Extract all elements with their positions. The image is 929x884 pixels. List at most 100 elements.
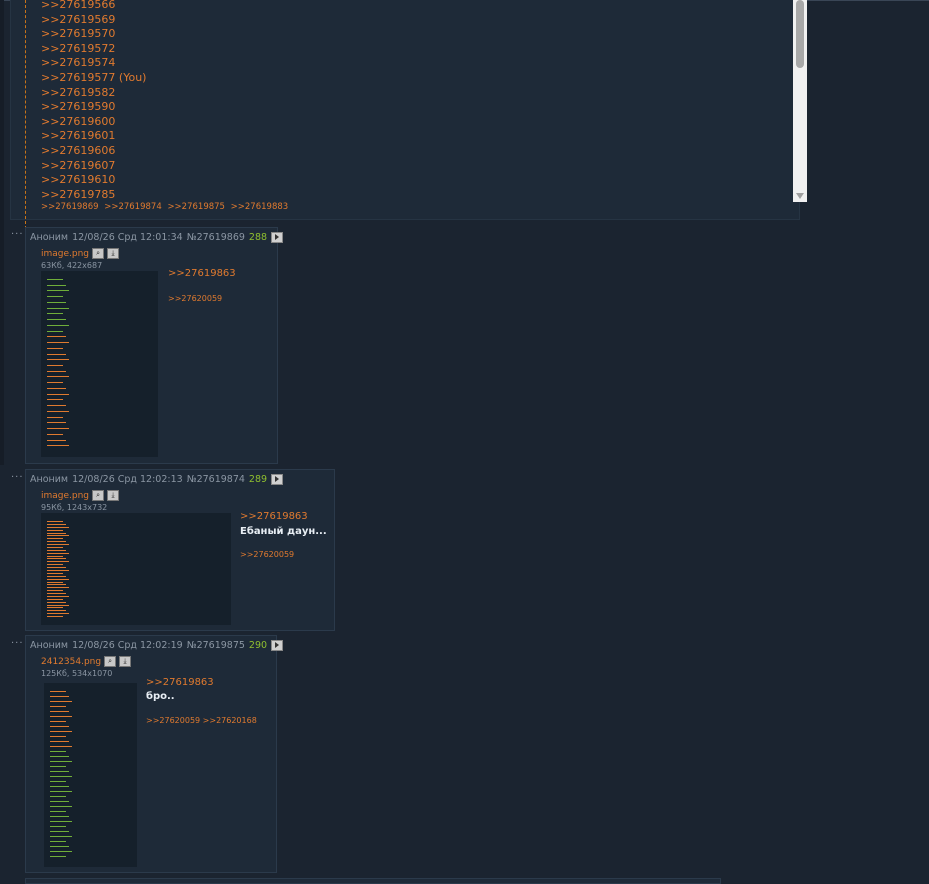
- play-icon[interactable]: [271, 474, 284, 485]
- thumbnail-line: [50, 821, 72, 822]
- magnifier-icon[interactable]: ⌕: [92, 490, 105, 501]
- file-meta: 63Кб, 422x687: [41, 261, 103, 270]
- backref-link[interactable]: >>27620059: [240, 550, 294, 559]
- reply-link[interactable]: >>27619610: [41, 173, 146, 188]
- thumbnail-line: [50, 741, 69, 742]
- backref-link[interactable]: >>27619883: [231, 202, 289, 212]
- download-icon[interactable]: ⤓: [107, 490, 120, 501]
- post-menu-dots[interactable]: ...: [11, 469, 24, 480]
- thumbnail-line: [47, 613, 69, 615]
- thumbnail-line: [47, 365, 63, 366]
- reply-link[interactable]: >>27619566: [41, 0, 146, 13]
- thumbnail-line: [50, 851, 72, 852]
- reply-link[interactable]: >>27619574: [41, 56, 146, 71]
- reply-link[interactable]: >>27619606: [41, 144, 146, 159]
- post-index: 290: [248, 640, 268, 651]
- magnifier-icon[interactable]: ⌕: [104, 656, 117, 667]
- thumbnail-line: [47, 575, 66, 577]
- thumbnail-line: [47, 601, 66, 603]
- reply-link[interactable]: >>27619569: [41, 13, 146, 28]
- thumbnail-line: [47, 279, 63, 280]
- thumbnail-line: [47, 313, 63, 315]
- thumbnail-line: [47, 578, 69, 580]
- post-date: 12/08/26 Срд 12:01:34: [72, 232, 183, 243]
- magnifier-icon[interactable]: ⌕: [92, 248, 105, 259]
- reply-link[interactable]: >>27619600: [41, 115, 146, 130]
- backref-link[interactable]: >>27620059 >>27620168: [146, 716, 257, 725]
- thumbnail-line: [50, 731, 72, 732]
- play-icon[interactable]: [271, 232, 284, 243]
- thumbnail-line: [50, 846, 69, 847]
- thumbnail-line: [50, 751, 66, 752]
- reply-link[interactable]: >>27619601: [41, 129, 146, 144]
- file-name-link[interactable]: 2412354.png: [41, 657, 101, 667]
- reply-link[interactable]: >>27619863: [168, 268, 236, 279]
- reply-link[interactable]: >>27619863: [146, 677, 214, 688]
- post-header: Аноним 12/08/26 Срд 12:01:34 №27619869 2…: [30, 232, 284, 243]
- reply-link[interactable]: >>27619577: [41, 71, 115, 84]
- thumbnail-line: [47, 439, 66, 441]
- backref-link[interactable]: >>27620059: [168, 294, 222, 303]
- post-menu-dots[interactable]: ...: [11, 226, 24, 237]
- scrollbar-thumb[interactable]: [796, 0, 804, 68]
- inner-scrollbar[interactable]: [793, 0, 807, 202]
- post-id[interactable]: №27619869: [187, 232, 245, 243]
- file-name-link[interactable]: image.png: [41, 491, 89, 501]
- thumbnail-line: [50, 806, 72, 807]
- scroll-down-arrow-icon[interactable]: [796, 193, 804, 199]
- reply-link-you[interactable]: >>27619577 (You): [41, 71, 146, 86]
- thumbnail-line: [47, 301, 66, 303]
- thumbnail-line: [50, 781, 66, 782]
- backrefs: >>27619869 >>27619874 >>27619875 >>27619…: [41, 202, 291, 212]
- post-date: 12/08/26 Срд 12:02:19: [72, 640, 183, 651]
- thumbnail-line: [47, 598, 63, 600]
- post-image-thumbnail[interactable]: [41, 513, 231, 625]
- thumbnail-line: [47, 428, 69, 430]
- thumbnail-line: [47, 433, 63, 435]
- thumbnail-line: [50, 796, 66, 797]
- play-icon[interactable]: [271, 640, 284, 651]
- thumbnail-line: [50, 761, 72, 762]
- reply-link[interactable]: >>27619572: [41, 42, 146, 57]
- post-text: Ебаный даун...: [240, 526, 327, 537]
- thumbnail-line: [50, 706, 66, 707]
- post-image-thumbnail[interactable]: [41, 271, 158, 457]
- thumbnail-line: [47, 353, 66, 355]
- download-icon[interactable]: ⤓: [107, 248, 120, 259]
- thumbnail-line: [50, 856, 66, 857]
- file-name-link[interactable]: image.png: [41, 249, 89, 259]
- reply-link[interactable]: >>27619582: [41, 86, 146, 101]
- post-id[interactable]: №27619874: [187, 474, 245, 485]
- backref-link[interactable]: >>27619874: [104, 202, 162, 212]
- post-id[interactable]: №27619875: [187, 640, 245, 651]
- thumbnail-line: [50, 691, 66, 692]
- post-image-thumbnail[interactable]: [44, 683, 137, 867]
- thumbnail-line: [50, 826, 66, 827]
- reply-link[interactable]: >>27619785: [41, 188, 146, 203]
- thumbnail-line: [47, 387, 66, 389]
- thumbnail-line: [47, 532, 66, 534]
- thumbnail-line: [47, 307, 69, 309]
- thumbnail-line: [47, 523, 66, 525]
- file-line: 2412354.png ⌕ ⤓: [41, 656, 132, 667]
- post-date: 12/08/26 Срд 12:02:13: [72, 474, 183, 485]
- reply-link[interactable]: >>27619570: [41, 27, 146, 42]
- thumbnail-line: [47, 549, 66, 551]
- post-menu-dots[interactable]: ...: [11, 635, 24, 646]
- backref-link[interactable]: >>27619869: [41, 202, 99, 212]
- thumbnail-line: [50, 716, 72, 717]
- thumbnail-line: [47, 570, 69, 571]
- reply-link[interactable]: >>27619590: [41, 100, 146, 115]
- download-icon[interactable]: ⤓: [119, 656, 132, 667]
- left-rail: [0, 0, 4, 465]
- thumbnail-line: [50, 831, 69, 832]
- file-meta: 125Кб, 534x1070: [41, 669, 113, 678]
- post-continuation: >>27619566 >>27619569 >>27619570 >>27619…: [10, 0, 807, 220]
- reply-link[interactable]: >>27619607: [41, 159, 146, 174]
- thumbnail-line: [50, 771, 69, 772]
- thumbnail-line: [47, 342, 69, 344]
- post: Аноним 12/08/26 Срд 12:02:13 №27619874 2…: [25, 469, 335, 631]
- reply-link[interactable]: >>27619863: [240, 511, 308, 522]
- backref-link[interactable]: >>27619875: [167, 202, 225, 212]
- thumbnail-line: [47, 370, 66, 372]
